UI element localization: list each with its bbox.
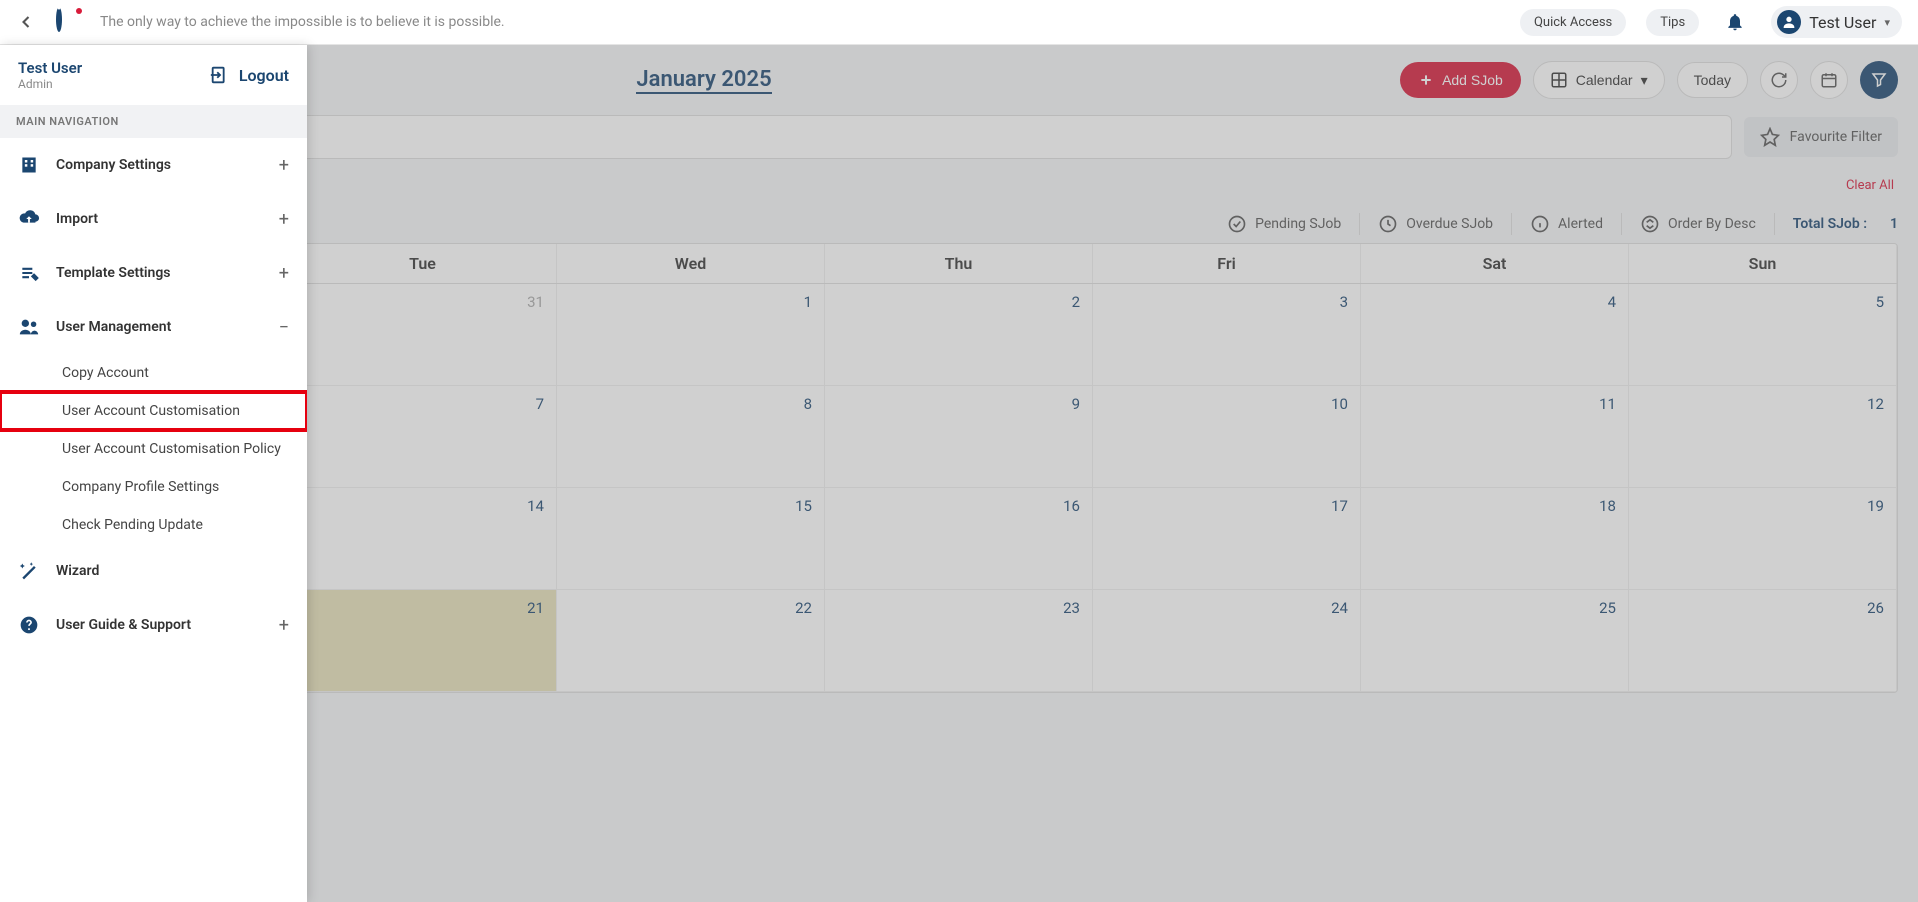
sidebar-user-role: Admin <box>18 77 82 91</box>
cloud-upload-icon <box>18 208 40 230</box>
logout-icon <box>209 64 231 86</box>
template-icon <box>18 262 40 284</box>
app-logo-icon[interactable] <box>56 10 80 34</box>
sidebar-item-import[interactable]: Import + <box>0 192 307 246</box>
sidebar-item-user-guide[interactable]: User Guide & Support + <box>0 598 307 652</box>
sidebar-item-user-management[interactable]: User Management − <box>0 300 307 354</box>
back-arrow-icon[interactable] <box>16 12 36 32</box>
expand-icon: + <box>279 263 289 284</box>
nav-section-header: MAIN NAVIGATION <box>0 105 307 138</box>
sidebar-user-name: Test User <box>18 59 82 77</box>
building-icon <box>18 154 40 176</box>
tips-button[interactable]: Tips <box>1646 9 1699 36</box>
logout-button[interactable]: Logout <box>209 64 289 86</box>
notifications-icon[interactable] <box>1725 12 1745 32</box>
help-icon <box>18 614 40 636</box>
expand-icon: + <box>279 155 289 176</box>
topbar: The only way to achieve the impossible i… <box>0 0 1918 45</box>
wand-icon <box>18 560 40 582</box>
sidebar-item-wizard[interactable]: Wizard <box>0 544 307 598</box>
user-menu[interactable]: Test User ▾ <box>1771 6 1902 38</box>
sidebar-user-block: Test User Admin Logout <box>0 45 307 105</box>
subitem-company-profile-settings[interactable]: Company Profile Settings <box>0 468 307 506</box>
collapse-icon: − <box>279 317 289 338</box>
expand-icon: + <box>279 209 289 230</box>
expand-icon: + <box>279 615 289 636</box>
sidebar-item-template-settings[interactable]: Template Settings + <box>0 246 307 300</box>
avatar-icon <box>1777 10 1801 34</box>
quick-access-button[interactable]: Quick Access <box>1520 9 1626 36</box>
subitem-copy-account[interactable]: Copy Account <box>0 354 307 392</box>
users-icon <box>18 316 40 338</box>
chevron-down-icon: ▾ <box>1884 16 1890 29</box>
subitem-check-pending-update[interactable]: Check Pending Update <box>0 506 307 544</box>
sidebar: Test User Admin Logout MAIN NAVIGATION C… <box>0 45 307 902</box>
sidebar-item-company-settings[interactable]: Company Settings + <box>0 138 307 192</box>
subitem-user-account-customisation[interactable]: User Account Customisation <box>0 392 307 430</box>
subitem-user-account-customisation-policy[interactable]: User Account Customisation Policy <box>0 430 307 468</box>
user-name-label: Test User <box>1809 13 1876 32</box>
motto-text: The only way to achieve the impossible i… <box>100 14 1500 30</box>
